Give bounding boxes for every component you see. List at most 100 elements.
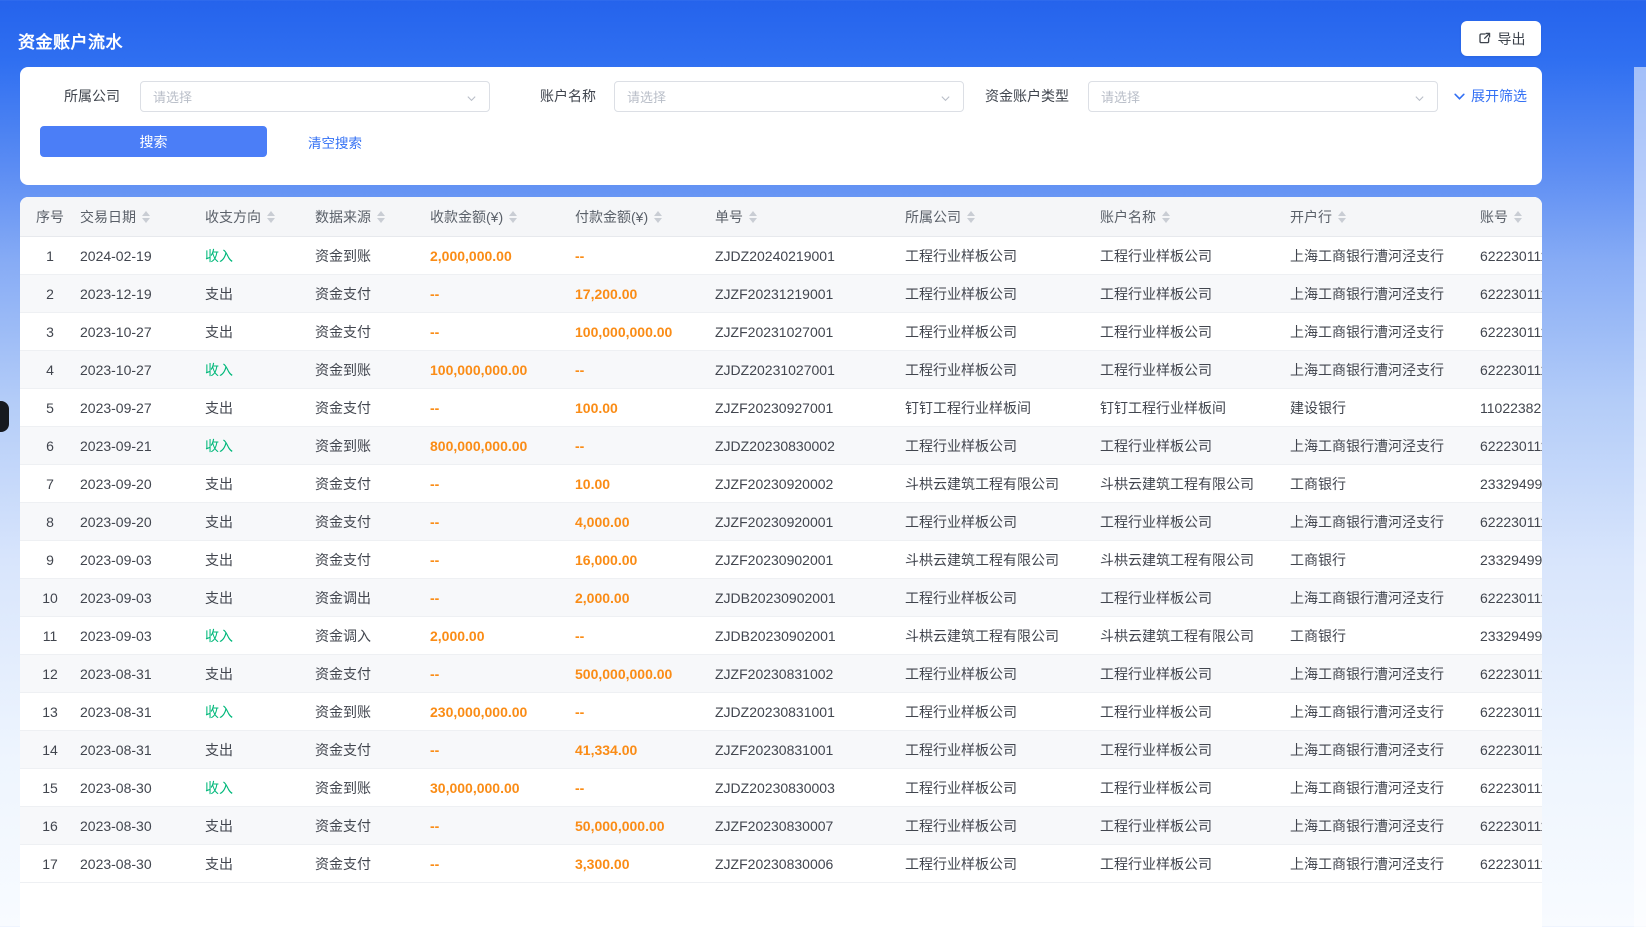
cell-account_name: 工程行业样板公司 [1100, 322, 1290, 342]
table-row: 162023-08-30支出资金支付--50,000,000.00ZJZF202… [20, 807, 1542, 845]
cell-order_no: ZJDB20230902001 [715, 590, 905, 606]
cell-account_name: 工程行业样板公司 [1100, 816, 1290, 836]
sort-icon[interactable] [749, 211, 757, 223]
cell-date: 2023-12-19 [80, 286, 205, 302]
sort-icon[interactable] [654, 211, 662, 223]
account-select[interactable]: 请选择 [614, 81, 964, 112]
expand-filter-link[interactable]: 展开筛选 [1453, 86, 1527, 106]
column-header-account_name[interactable]: 账户名称 [1100, 207, 1290, 227]
cell-date: 2023-09-03 [80, 552, 205, 568]
column-header-direction[interactable]: 收支方向 [205, 207, 315, 227]
transactions-table: 序号交易日期收支方向 数据来源 收款金额(¥)付款金额(¥) 单号所属公司 账户名称开户… [20, 197, 1542, 927]
cell-account_name: 工程行业样板公司 [1100, 664, 1290, 684]
cell-amount_in: 2,000,000.00 [430, 248, 575, 264]
clear-search-link[interactable]: 清空搜索 [308, 132, 362, 152]
column-header-company[interactable]: 所属公司 [905, 207, 1100, 227]
table-row: 122023-08-31支出资金支付--500,000,000.00ZJZF20… [20, 655, 1542, 693]
cell-seq: 2 [20, 286, 80, 302]
cell-company: 工程行业样板公司 [905, 284, 1100, 304]
filter-label-account: 账户名称 [540, 86, 596, 106]
cell-account_no: 622230111 [1480, 704, 1542, 720]
column-header-amount_in[interactable]: 收款金额(¥) [430, 207, 575, 227]
cell-bank: 工商银行 [1290, 626, 1480, 646]
table-row: 152023-08-30收入资金到账30,000,000.00--ZJDZ202… [20, 769, 1542, 807]
column-header-seq: 序号 [20, 207, 80, 227]
cell-company: 斗栱云建筑工程有限公司 [905, 626, 1100, 646]
cell-source: 资金到账 [315, 778, 430, 798]
cell-source: 资金到账 [315, 702, 430, 722]
cell-order_no: ZJDB20230902001 [715, 628, 905, 644]
cell-order_no: ZJDZ20230830003 [715, 780, 905, 796]
cell-account_no: 110223823 [1480, 400, 1542, 416]
cell-direction: 支出 [205, 474, 315, 494]
sort-icon[interactable] [142, 211, 150, 223]
export-button[interactable]: 导出 [1461, 21, 1541, 56]
sort-icon[interactable] [377, 211, 385, 223]
cell-seq: 10 [20, 590, 80, 606]
sort-icon[interactable] [267, 211, 275, 223]
cell-amount_in: -- [430, 286, 575, 302]
cell-source: 资金支付 [315, 664, 430, 684]
cell-company: 工程行业样板公司 [905, 740, 1100, 760]
cell-company: 斗栱云建筑工程有限公司 [905, 474, 1100, 494]
column-header-label: 数据来源 [315, 207, 371, 227]
cell-date: 2023-08-30 [80, 856, 205, 872]
sort-icon[interactable] [1162, 211, 1170, 223]
column-header-amount_out[interactable]: 付款金额(¥) [575, 207, 715, 227]
cell-bank: 上海工商银行漕河泾支行 [1290, 816, 1480, 836]
sort-icon[interactable] [509, 211, 517, 223]
export-icon [1477, 31, 1492, 46]
cell-company: 工程行业样板公司 [905, 702, 1100, 722]
filter-row: 所属公司 请选择 账户名称 请选择 资金账户类型 请选择 展开筛选 [20, 67, 1542, 111]
cell-company: 工程行业样板公司 [905, 512, 1100, 532]
filter-panel: 所属公司 请选择 账户名称 请选择 资金账户类型 请选择 展开筛选 [20, 67, 1542, 185]
cell-account_name: 工程行业样板公司 [1100, 702, 1290, 722]
cell-account_no: 622230111 [1480, 286, 1542, 302]
cell-source: 资金支付 [315, 284, 430, 304]
cell-account_no: 233294994 [1480, 476, 1542, 492]
filter-actions: 搜索 清空搜索 [20, 111, 1542, 157]
column-header-label: 付款金额(¥) [575, 207, 648, 227]
cell-date: 2023-10-27 [80, 324, 205, 340]
cell-direction: 收入 [205, 626, 315, 646]
cell-company: 工程行业样板公司 [905, 360, 1100, 380]
cell-bank: 建设银行 [1290, 398, 1480, 418]
cell-account_name: 钉钉工程行业样板间 [1100, 398, 1290, 418]
cell-source: 资金支付 [315, 550, 430, 570]
cell-order_no: ZJZF20230831001 [715, 742, 905, 758]
column-header-bank[interactable]: 开户行 [1290, 207, 1480, 227]
cell-seq: 8 [20, 514, 80, 530]
column-header-account_no[interactable]: 账号 [1480, 207, 1542, 227]
cell-bank: 上海工商银行漕河泾支行 [1290, 588, 1480, 608]
cell-company: 工程行业样板公司 [905, 322, 1100, 342]
column-header-source[interactable]: 数据来源 [315, 207, 430, 227]
cell-date: 2023-10-27 [80, 362, 205, 378]
company-select[interactable]: 请选择 [140, 81, 490, 112]
cell-order_no: ZJZF20230830006 [715, 856, 905, 872]
cell-source: 资金调入 [315, 626, 430, 646]
table-row: 102023-09-03支出资金调出--2,000.00ZJDB20230902… [20, 579, 1542, 617]
table-header-row: 序号交易日期收支方向 数据来源 收款金额(¥)付款金额(¥) 单号所属公司 账户名称开户… [20, 197, 1542, 237]
cell-order_no: ZJZF20230831002 [715, 666, 905, 682]
drawer-handle[interactable] [0, 401, 9, 432]
sort-icon[interactable] [1338, 211, 1346, 223]
cell-direction: 支出 [205, 854, 315, 874]
cell-amount_in: 2,000.00 [430, 628, 575, 644]
sort-icon[interactable] [967, 211, 975, 223]
search-button[interactable]: 搜索 [40, 126, 267, 157]
column-header-order_no[interactable]: 单号 [715, 207, 905, 227]
cell-amount_out: 10.00 [575, 476, 715, 492]
cell-amount_out: -- [575, 780, 715, 796]
cell-direction: 支出 [205, 512, 315, 532]
sort-icon[interactable] [1514, 211, 1522, 223]
account-type-select[interactable]: 请选择 [1088, 81, 1438, 112]
column-header-label: 所属公司 [905, 207, 961, 227]
column-header-date[interactable]: 交易日期 [80, 207, 205, 227]
cell-bank: 上海工商银行漕河泾支行 [1290, 322, 1480, 342]
cell-direction: 收入 [205, 436, 315, 456]
cell-amount_out: -- [575, 248, 715, 264]
scrollbar-track[interactable] [1634, 67, 1646, 927]
column-header-label: 开户行 [1290, 207, 1332, 227]
column-header-label: 收支方向 [205, 207, 261, 227]
cell-account_no: 233294994 [1480, 552, 1542, 568]
